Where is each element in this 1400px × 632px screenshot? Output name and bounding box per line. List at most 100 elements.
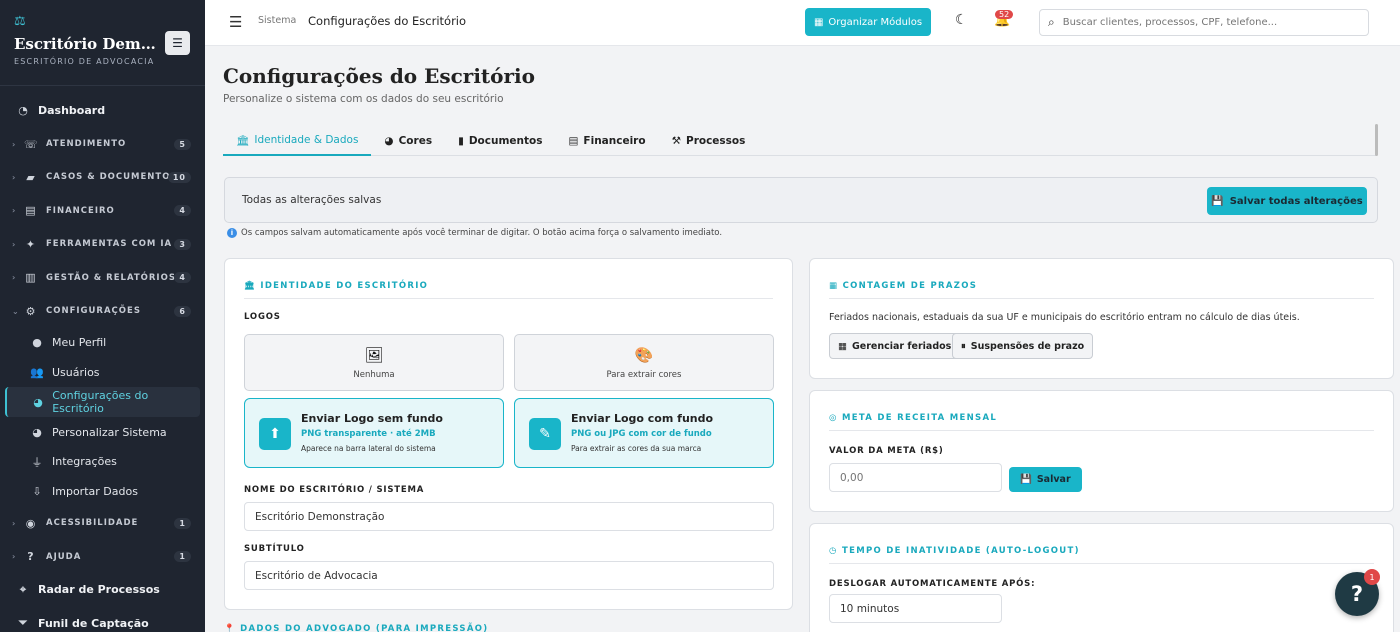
tab-label: Processos [686, 135, 746, 147]
page-subtitle: Personalize o sistema com os dados do se… [223, 93, 504, 105]
autosave-info: i Os campos salvam automaticamente após … [227, 228, 722, 238]
scales-icon: ⚖ [14, 14, 26, 29]
divider [829, 430, 1374, 431]
count-badge: 6 [174, 305, 191, 317]
sidebar-item-acessibilidade[interactable]: › ◉ ACESSIBILIDADE 1 [0, 507, 205, 540]
office-name-input[interactable]: Escritório Demonstração [244, 502, 774, 531]
revenue-goal-label: VALOR DA META (R$) [829, 446, 944, 456]
hamburger-icon[interactable]: ☰ [229, 13, 242, 31]
search-icon: ⌕ [1048, 15, 1055, 29]
funnel-icon: ⏷ [18, 616, 28, 630]
upload-note: Para extrair as cores da sua marca [571, 444, 702, 453]
save-all-button[interactable]: 💾 Salvar todas alterações [1207, 187, 1367, 215]
tab-cores[interactable]: ◕ Cores [371, 126, 445, 156]
sidebar-item-integracoes[interactable]: ⏚ Integrações [0, 447, 205, 477]
sidebar: ⚖ Escritório Dem… ESCRITÓRIO DE ADVOCACI… [0, 0, 205, 632]
tab-identidade-dados[interactable]: 🏛 Identidade & Dados [223, 126, 372, 156]
upload-logo-background-button[interactable]: ✎ Enviar Logo com fundo PNG ou JPG com c… [514, 398, 774, 468]
sidebar-item-label: Personalizar Sistema [52, 425, 167, 439]
tab-label: Documentos [468, 135, 543, 147]
sidebar-item-label: Meu Perfil [52, 336, 107, 350]
sidebar-item-usuarios[interactable]: 👥 Usuários [0, 358, 205, 388]
building-icon: 🏛 [236, 134, 250, 147]
sidebar-item-ferramentas-com-ia[interactable]: › ✦ FERRAMENTAS COM IA 3 [0, 228, 205, 261]
sidebar-item-dashboard[interactable]: ◔ Dashboard [0, 94, 205, 127]
notification-badge: 52 [995, 10, 1014, 19]
sidebar-item-atendimento[interactable]: › ☏ ATENDIMENTO 5 [0, 127, 205, 160]
revenue-goal-card: ◎ META DE RECEITA MENSAL VALOR DA META (… [809, 390, 1394, 512]
sidebar-item-casos-documentos[interactable]: › ▰ CASOS & DOCUMENTOS 10 [0, 161, 205, 194]
upload-title: Enviar Logo sem fundo [301, 412, 443, 425]
chevron-right-icon: › [12, 139, 17, 149]
chart-icon: ▥ [25, 271, 37, 285]
deadlines-card: ▦ CONTAGEM DE PRAZOS Feriados nacionais,… [809, 258, 1394, 379]
pin-icon: 📍 [224, 624, 236, 632]
sidebar-item-gestao-relatorios[interactable]: › ▥ GESTÃO & RELATÓRIOS 4 [0, 261, 205, 294]
save-status: Todas as alterações salvas [242, 194, 382, 206]
revenue-goal-card-title: ◎ META DE RECEITA MENSAL [829, 413, 997, 423]
sidebar-item-radar-de-processos[interactable]: ⌖ Radar de Processos [0, 573, 205, 606]
upload-hint: PNG transparente · até 2MB [301, 429, 436, 439]
save-revenue-goal-button[interactable]: 💾 Salvar [1009, 467, 1082, 492]
subtitle-input[interactable]: Escritório de Advocacia [244, 561, 774, 590]
tab-processos[interactable]: ⚒ Processos [659, 126, 759, 156]
sidebar-item-label: CASOS & DOCUMENTOS [46, 172, 178, 183]
dashboard-icon: ◔ [18, 104, 28, 118]
clock-icon: ◷ [829, 546, 838, 556]
question-icon: ? [1350, 582, 1364, 606]
floppy-icon: 💾 [1211, 195, 1224, 207]
chevron-right-icon: › [12, 206, 17, 216]
sidebar-item-funil-de-captacao[interactable]: ⏷ Funil de Captação [0, 607, 205, 632]
autosave-info-text: Os campos salvam automaticamente após vo… [241, 228, 723, 238]
sidebar-collapse-button[interactable]: ☰ [165, 31, 190, 55]
building-icon: 🏛 [244, 281, 257, 291]
tab-documentos[interactable]: ▮ Documentos [445, 126, 555, 156]
sidebar-item-label: ATENDIMENTO [46, 139, 127, 150]
search-input[interactable] [1062, 17, 1353, 28]
breadcrumb[interactable]: Sistema [258, 15, 296, 26]
info-icon: i [227, 228, 237, 238]
menu-icon: ☰ [172, 36, 183, 50]
count-badge: 1 [174, 517, 191, 529]
moon-icon[interactable]: ☾ [955, 12, 968, 28]
palette-icon: 🎨 [634, 345, 654, 364]
tab-financeiro[interactable]: ▤ Financeiro [556, 126, 659, 156]
inactivity-card: ◷ TEMPO DE INATIVIDADE (AUTO-LOGOUT) DES… [809, 523, 1394, 632]
sidebar-item-label: Radar de Processos [38, 583, 160, 597]
sidebar-item-meu-perfil[interactable]: ● Meu Perfil [0, 328, 205, 358]
scrollbar[interactable] [1375, 124, 1378, 156]
plug-icon: ⏚ [31, 455, 43, 469]
deadlines-title-text: CONTAGEM DE PRAZOS [842, 281, 978, 291]
sidebar-item-personalizar-sistema[interactable]: ◕ Personalizar Sistema [0, 417, 205, 447]
sidebar-item-label: ACESSIBILIDADE [46, 518, 139, 529]
sidebar-item-ajuda[interactable]: ›? AJUDA 1 [0, 540, 205, 573]
sidebar-item-label: Configurações do Escritório [52, 389, 149, 416]
manage-holidays-label: Gerenciar feriados [851, 340, 952, 352]
upload-note: Aparece na barra lateral do sistema [301, 444, 436, 453]
calendar-icon: ▦ [838, 340, 847, 352]
user-circle-icon: ● [32, 336, 42, 350]
revenue-goal-input[interactable] [829, 463, 1002, 492]
upload-logo-transparent-button[interactable]: ⬆ Enviar Logo sem fundo PNG transparente… [244, 398, 504, 468]
sidebar-item-configuracoes-do-escritorio[interactable]: ◕ Configurações do Escritório [5, 387, 200, 418]
grid-icon: ▦ [813, 16, 824, 28]
inactivity-select[interactable]: 10 minutos [829, 594, 1002, 623]
divider [829, 298, 1374, 299]
sidebar-item-configuracoes[interactable]: ⌄ ⚙ CONFIGURAÇÕES 6 [0, 294, 205, 327]
search-box[interactable]: ⌕ [1039, 9, 1369, 36]
inactivity-card-title: ◷ TEMPO DE INATIVIDADE (AUTO-LOGOUT) [829, 546, 1080, 556]
count-badge: 4 [174, 272, 191, 284]
manage-holidays-button[interactable]: ▦ Gerenciar feriados [829, 333, 961, 359]
inactivity-label: DESLOGAR AUTOMATICAMENTE APÓS: [829, 579, 1036, 589]
count-badge: 3 [174, 238, 191, 250]
document-icon: ▮ [458, 135, 464, 147]
sidebar-item-importar-dados[interactable]: ⇩ Importar Dados [0, 477, 205, 507]
folder-icon: ▰ [26, 170, 36, 184]
divider [244, 298, 773, 299]
organize-modules-button[interactable]: ▦ Organizar Módulos [805, 8, 931, 36]
sidebar-item-financeiro[interactable]: › ▤ FINANCEIRO 4 [0, 194, 205, 227]
tab-label: Cores [398, 135, 433, 147]
deadline-suspensions-button[interactable]: ⏸ Suspensões de prazo [952, 333, 1094, 359]
image-icon: 🖼 [364, 345, 384, 364]
file-import-icon: ⇩ [32, 485, 42, 499]
